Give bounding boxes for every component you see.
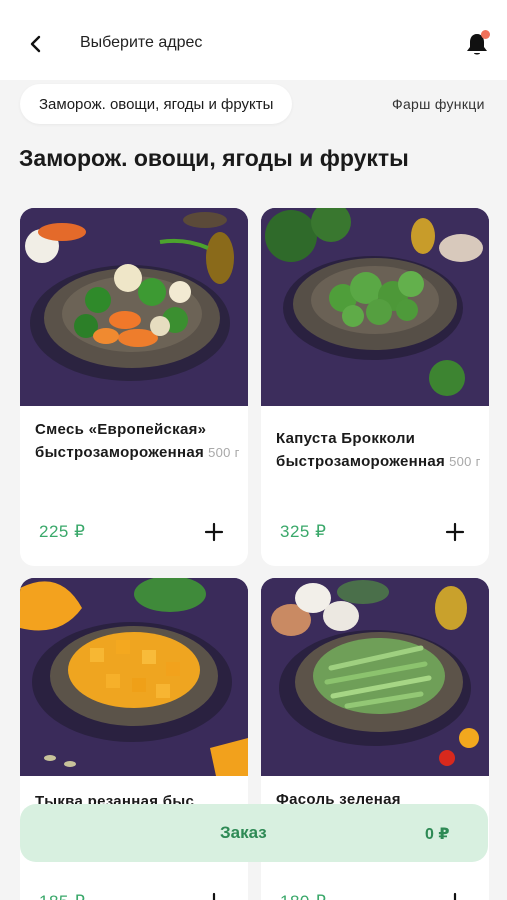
back-button[interactable] [22,30,50,58]
product-price: 225 ₽ [39,522,86,541]
address-selector[interactable]: Выберите адрес [80,34,202,52]
product-price: 180 ₽ [280,892,326,900]
product-name[interactable]: Смесь «Европейская» быстрозамороженная 50… [35,418,240,464]
category-tabs: Заморож. овощи, ягоды и фрукты Фарш функ… [0,80,507,134]
add-to-cart-button[interactable] [442,889,468,900]
product-photo-pumpkin [20,578,248,776]
section-title: Заморож. овощи, ягоды и фрукты [19,145,409,171]
tab-minced-meat[interactable]: Фарш функци [392,84,485,124]
app-screen: Выберите адрес Заморож. овощи, ягоды и ф… [0,0,507,900]
plus-icon [204,522,224,542]
add-to-cart-button[interactable] [442,519,468,545]
notification-badge [481,30,490,39]
product-card[interactable]: Смесь «Европейская» быстрозамороженная 50… [20,208,248,566]
product-card[interactable]: Капуста Брокколи быстрозамороженная 500 г… [261,208,489,566]
notifications-button[interactable] [463,30,493,60]
top-bar: Выберите адрес [0,0,507,80]
product-price: 325 ₽ [280,522,327,541]
tab-frozen-vegetables[interactable]: Заморож. овощи, ягоды и фрукты [20,84,293,124]
plus-icon [453,892,457,900]
chevron-left-icon [30,35,41,53]
product-weight: 500 г [208,445,240,460]
order-label: Заказ [220,823,267,842]
product-title: Капуста Брокколи быстрозамороженная [276,430,446,470]
order-total: 0 ₽ [425,826,450,843]
add-to-cart-button[interactable] [201,519,227,545]
product-price: 185 ₽ [39,892,85,900]
product-photo-green-beans [261,578,489,776]
add-to-cart-button[interactable] [201,889,227,900]
plus-icon [445,522,465,542]
product-weight: 500 г [449,454,481,469]
product-photo-broccoli [261,208,489,406]
plus-icon [212,892,216,900]
order-button[interactable]: Заказ 0 ₽ [20,804,488,862]
product-title: Смесь «Европейская» быстрозамороженная [35,421,207,461]
product-name[interactable]: Капуста Брокколи быстрозамороженная 500 г [276,427,481,473]
product-photo-vegetable-mix [20,208,248,406]
